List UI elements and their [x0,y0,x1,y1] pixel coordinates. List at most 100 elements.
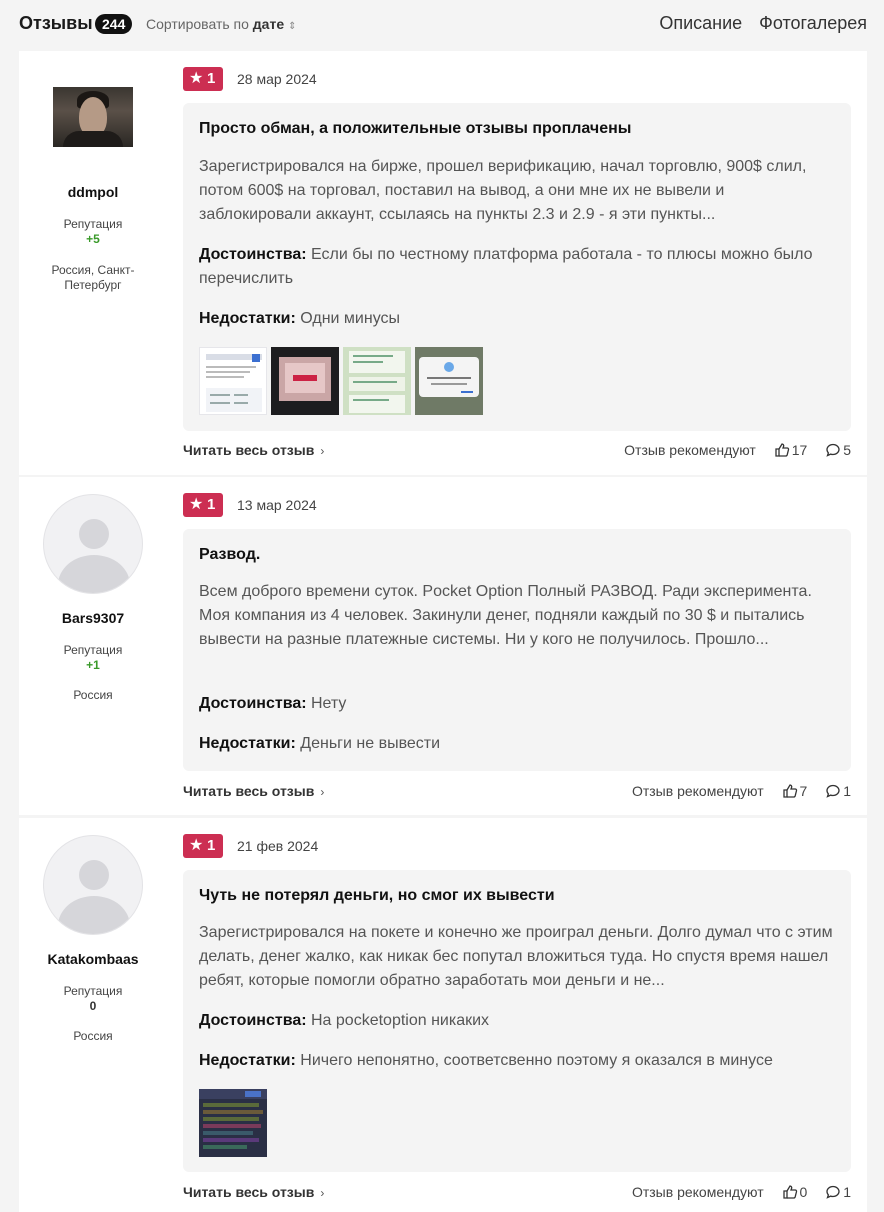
sort-prefix: Сортировать по [146,16,249,32]
review-title: Чуть не потерял деньги, но смог их вывес… [199,887,555,904]
reputation-label: Репутация [63,643,123,657]
review-footer: Читать весь отзыв › Отзыв рекомендуют 7 1 [183,783,851,803]
thumbs-up-icon[interactable] [782,1184,798,1203]
review-pros: Достоинства: Нету [199,692,839,716]
cons-label: Недостатки: [199,1052,296,1069]
review-body[interactable]: Просто обман, а положительные отзывы про… [183,103,851,431]
comments-count: 1 [843,1184,851,1200]
reputation-value: 0 [89,999,97,1013]
author-name[interactable]: ddmpol [19,184,167,200]
rating-badge: ★ 1 [183,493,223,517]
review-card: Bars9307 Репутация +1 Россия ★ 1 13 мар … [19,477,867,815]
author-name[interactable]: Katakombaas [19,951,167,967]
review-body[interactable]: Развод. Всем доброго времени суток. Pock… [183,529,851,771]
reviews-title: Отзывы [19,13,93,33]
reviews-header: Отзывы 244 Сортировать по дате ⇕ Описание… [0,0,884,50]
chevron-right-icon: › [320,444,325,458]
author-name[interactable]: Bars9307 [19,610,167,626]
thumbs-up-icon[interactable] [774,442,790,461]
recommend-label: Отзыв рекомендуют [624,442,756,458]
read-more-label: Читать весь отзыв [183,1184,315,1200]
star-icon: ★ [189,70,204,87]
reviews-count-badge: 244 [95,14,133,34]
comment-icon[interactable] [825,442,841,461]
review-photo[interactable] [199,347,267,415]
author-location: Россия [73,688,113,702]
review-footer: Читать весь отзыв › Отзыв рекомендуют 0 1 [183,1184,851,1204]
read-more-label: Читать весь отзыв [183,442,315,458]
author-location: Россия, Санкт-Петербург [51,263,135,292]
review-card: ddmpol Репутация +5 Россия, Санкт-Петерб… [19,51,867,475]
star-icon: ★ [189,496,204,513]
rating-badge: ★ 1 [183,67,223,91]
review-footer: Читать весь отзыв › Отзыв рекомендуют 17 … [183,442,851,462]
recommend-label: Отзыв рекомендуют [631,783,764,799]
sort-control[interactable]: Сортировать по дате ⇕ [146,16,297,32]
recommend-block: Отзыв рекомендуют 17 5 [624,442,851,461]
review-pros: Достоинства: На pocketoption никаких [199,1009,839,1033]
likes-count: 0 [799,1184,808,1200]
review-photo[interactable] [199,1089,267,1157]
likes-count: 7 [799,783,808,799]
pros-text: На pocketoption никаких [311,1012,490,1029]
pros-label: Достоинства: [199,1012,307,1029]
thumbs-up-icon[interactable] [782,783,798,802]
review-text: Зарегистрировался на бирже, прошел вериф… [199,158,807,223]
comment-icon[interactable] [825,783,841,802]
cons-text: Деньги не вывести [300,735,441,752]
section-tabs: Описание Фотогалерея [647,13,867,34]
rating-value: 1 [207,70,216,87]
comments-count: 5 [843,442,851,458]
rating-value: 1 [207,496,216,513]
recommend-label: Отзыв рекомендуют [631,1184,764,1200]
star-icon: ★ [189,837,204,854]
review-text: Зарегистрировался на покете и конечно же… [199,924,833,989]
review-cons: Недостатки: Одни минусы [199,307,839,331]
avatar[interactable] [53,87,133,147]
comments-count: 1 [843,783,851,799]
read-more-label: Читать весь отзыв [183,783,315,799]
avatar[interactable] [43,835,143,935]
review-date: 13 мар 2024 [237,497,317,513]
cons-label: Недостатки: [199,735,296,752]
recommend-block: Отзыв рекомендуют 0 1 [632,1184,851,1203]
pros-text: Нету [311,695,347,712]
review-title: Развод. [199,546,261,563]
tab-description[interactable]: Описание [659,13,742,33]
read-full-review-link[interactable]: Читать весь отзыв › [183,783,324,799]
pros-label: Достоинства: [199,246,307,263]
review-date: 28 мар 2024 [237,71,317,87]
pros-label: Достоинства: [199,695,307,712]
review-cons: Недостатки: Ничего непонятно, соответсве… [199,1049,839,1073]
read-full-review-link[interactable]: Читать весь отзыв › [183,442,324,458]
chevron-right-icon: › [320,1186,325,1200]
author-location: Россия [73,1029,113,1043]
sort-value: дате [252,16,285,32]
review-card: Katakombaas Репутация 0 Россия ★ 1 21 фе… [19,818,867,1212]
rating-badge: ★ 1 [183,834,223,858]
read-full-review-link[interactable]: Читать весь отзыв › [183,1184,324,1200]
review-cons: Недостатки: Деньги не вывести [199,732,839,756]
chevron-right-icon: › [320,785,325,799]
rating-value: 1 [207,837,216,854]
review-pros: Достоинства: Если бы по честному платфор… [199,243,839,291]
likes-count: 17 [791,442,808,458]
review-date: 21 фев 2024 [237,838,319,854]
cons-text: Ничего непонятно, соответсвенно поэтому … [300,1052,773,1069]
avatar[interactable] [43,494,143,594]
review-photo[interactable] [271,347,339,415]
sort-arrows-icon: ⇕ [288,21,297,32]
review-text: Всем доброго времени суток. Pocket Optio… [199,583,812,648]
review-body[interactable]: Чуть не потерял деньги, но смог их вывес… [183,870,851,1172]
review-title: Просто обман, а положительные отзывы про… [199,120,632,137]
recommend-block: Отзыв рекомендуют 7 1 [632,783,851,802]
reputation-value: +1 [86,658,100,672]
reputation-label: Репутация [63,984,123,998]
review-photo[interactable] [343,347,411,415]
cons-label: Недостатки: [199,310,296,327]
review-photo[interactable] [415,347,483,415]
comment-icon[interactable] [825,1184,841,1203]
tab-photo-gallery[interactable]: Фотогалерея [759,13,867,33]
reputation-label: Репутация [63,217,123,231]
reputation-value: +5 [86,232,100,246]
